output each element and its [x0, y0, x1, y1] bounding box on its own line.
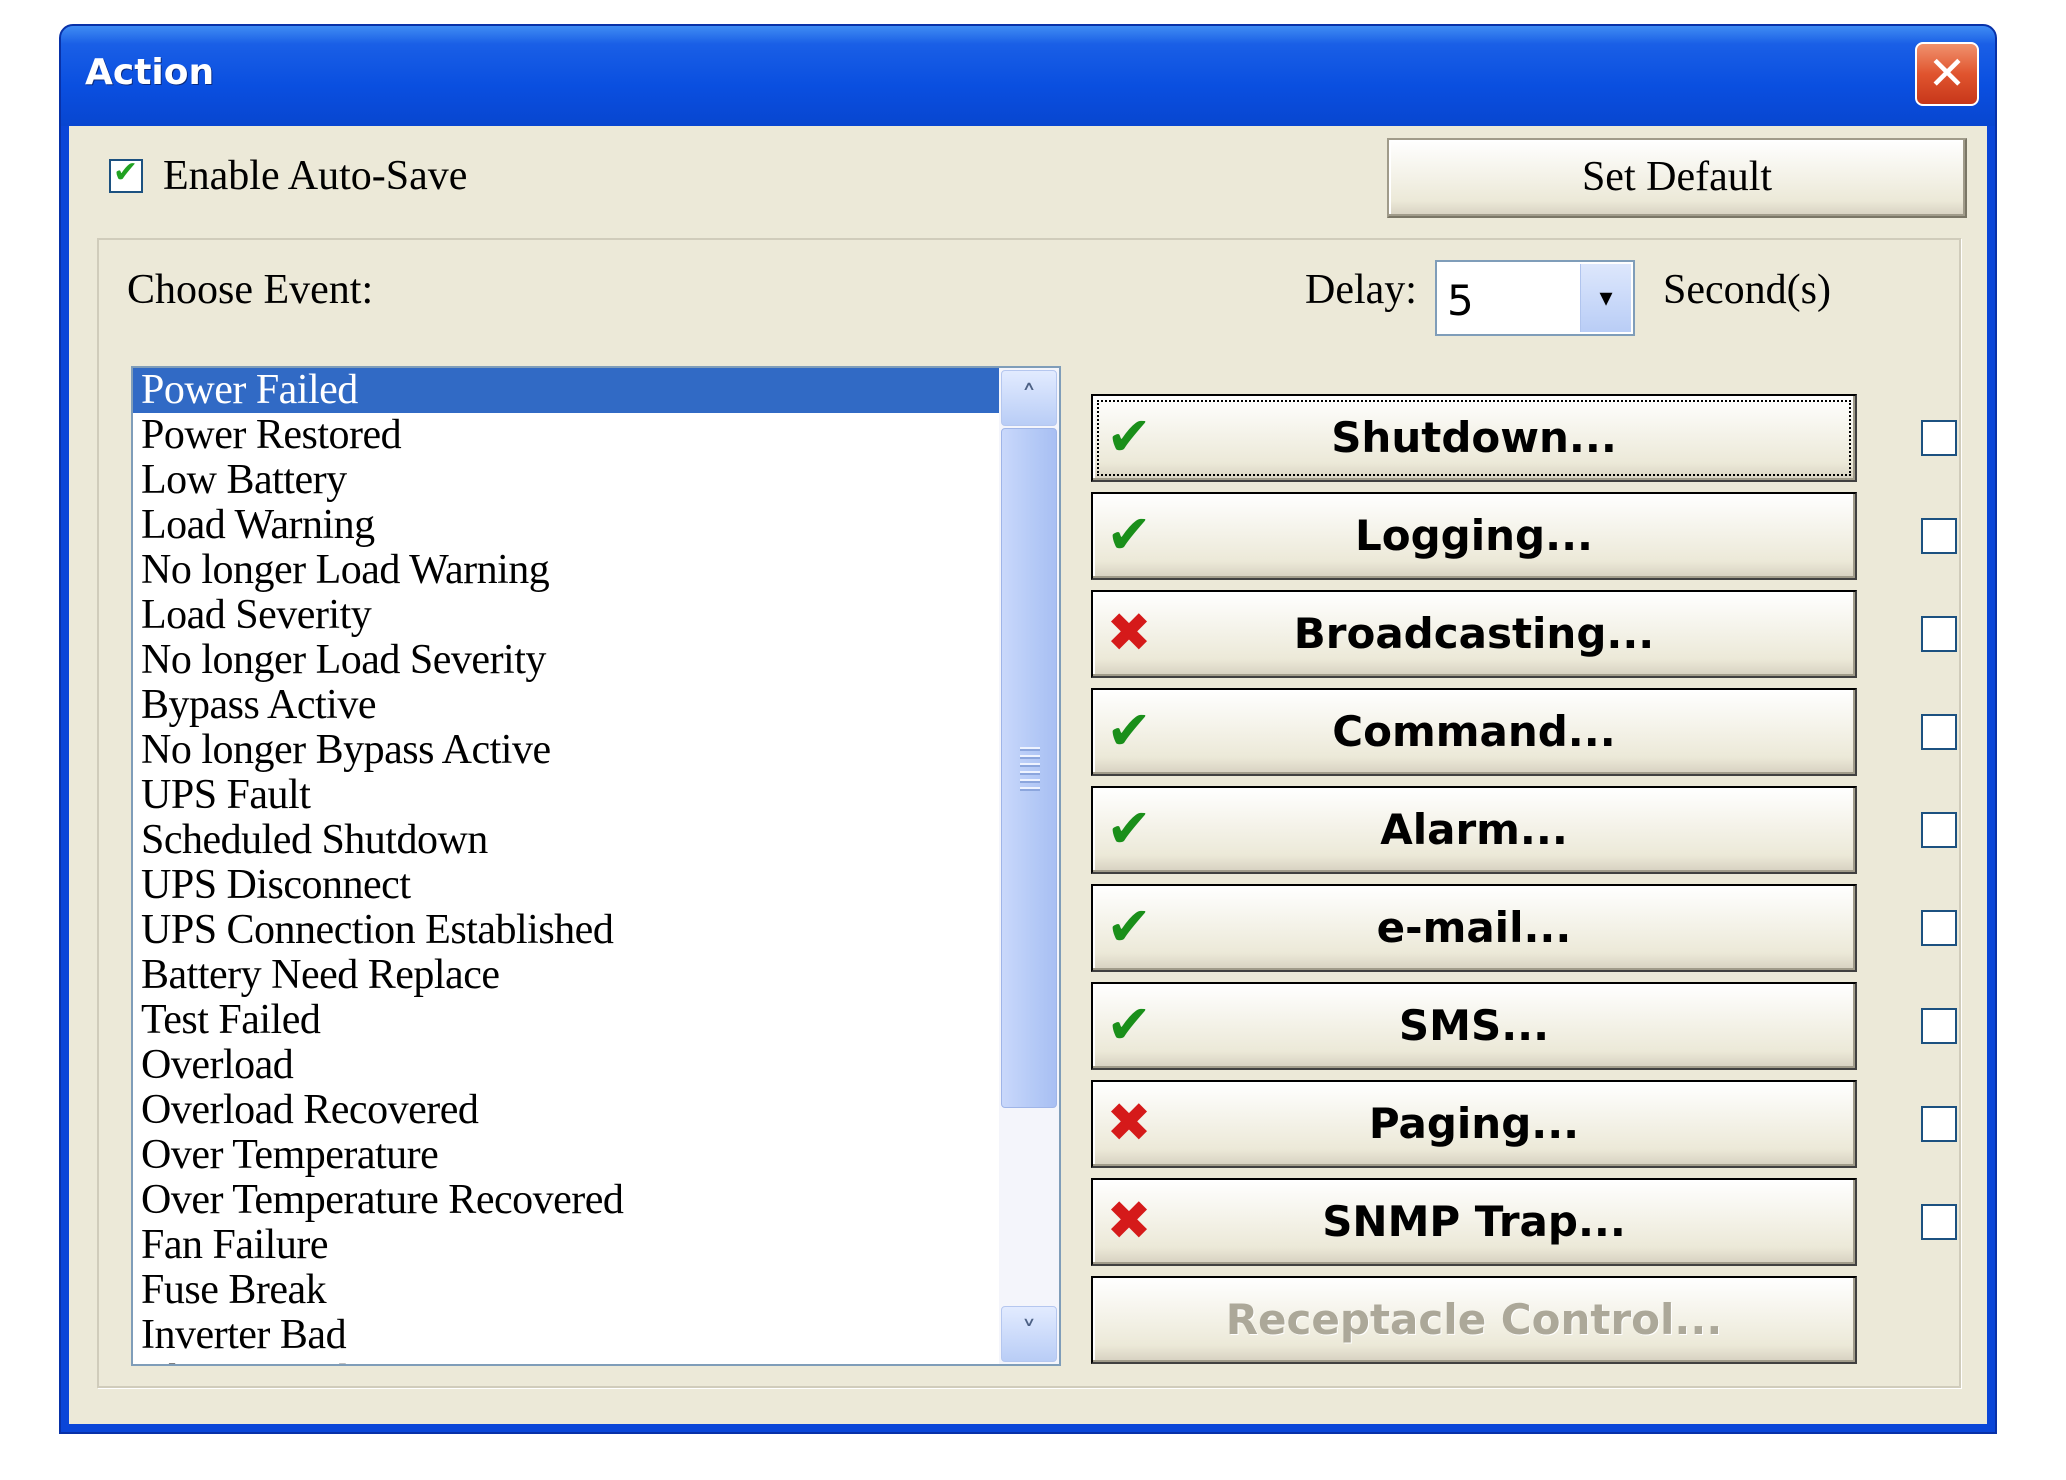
receptacle-control-label: Receptacle Control... — [1225, 1295, 1723, 1344]
event-item[interactable]: Power Failed — [133, 368, 999, 413]
check-icon: ✔ — [1106, 993, 1152, 1056]
broadcasting-checkbox[interactable] — [1921, 616, 1957, 652]
scroll-up-icon[interactable]: ˄ — [1001, 370, 1057, 426]
event-item[interactable]: Fan Failure — [133, 1223, 999, 1268]
grip-icon — [1020, 747, 1040, 791]
check-icon: ✔ — [1106, 699, 1152, 762]
scrollbar[interactable]: ˄ ˅ — [999, 368, 1059, 1364]
x-icon: ✖ — [1106, 1091, 1152, 1154]
seconds-label: Second(s) — [1663, 267, 1831, 313]
event-item[interactable]: Test Failed — [133, 998, 999, 1043]
event-item[interactable]: Charger Bad — [133, 1358, 999, 1365]
command-checkbox[interactable] — [1921, 714, 1957, 750]
logging-button[interactable]: ✔ Logging... — [1091, 492, 1857, 580]
title-bar[interactable]: Action ✕ — [61, 26, 1995, 126]
snmp-trap-checkbox[interactable] — [1921, 1204, 1957, 1240]
e-mail-button[interactable]: ✔ e-mail... — [1091, 884, 1857, 972]
event-item[interactable]: Low Battery — [133, 458, 999, 503]
event-item[interactable]: Overload — [133, 1043, 999, 1088]
scroll-thumb[interactable] — [1001, 428, 1057, 1108]
delay-label: Delay: — [1305, 267, 1417, 313]
e-mail-checkbox[interactable] — [1921, 910, 1957, 946]
logging-checkbox[interactable] — [1921, 518, 1957, 554]
shutdown-button[interactable]: ✔ Shutdown... — [1091, 394, 1857, 482]
sms-label: SMS... — [1398, 1001, 1550, 1050]
chevron-down-icon[interactable]: ▾ — [1580, 264, 1631, 332]
command-button[interactable]: ✔ Command... — [1091, 688, 1857, 776]
e-mail-label: e-mail... — [1376, 903, 1572, 952]
shutdown-checkbox[interactable] — [1921, 420, 1957, 456]
paging-checkbox[interactable] — [1921, 1106, 1957, 1142]
delay-value: 5 — [1447, 276, 1474, 325]
auto-save-check-box[interactable] — [109, 155, 143, 193]
paging-button[interactable]: ✖ Paging... — [1091, 1080, 1857, 1168]
choose-event-label: Choose Event: — [127, 267, 374, 313]
alarm-button[interactable]: ✔ Alarm... — [1091, 786, 1857, 874]
action-dialog: Action ✕ Enable Auto-Save Set Default Ch… — [59, 24, 1997, 1434]
check-icon: ✔ — [1106, 797, 1152, 860]
close-button[interactable]: ✕ — [1915, 42, 1979, 106]
event-list[interactable]: Power Failed Power Restored Low Battery Loa… — [131, 366, 1061, 1366]
event-item[interactable]: Scheduled Shutdown — [133, 818, 999, 863]
auto-save-checkbox[interactable]: Enable Auto-Save — [109, 152, 467, 200]
sms-checkbox[interactable] — [1921, 1008, 1957, 1044]
dialog-client: Enable Auto-Save Set Default Choose Even… — [69, 126, 1987, 1424]
broadcasting-label: Broadcasting... — [1293, 609, 1655, 658]
set-default-button[interactable]: Set Default — [1387, 138, 1967, 218]
event-item[interactable]: Over Temperature — [133, 1133, 999, 1178]
snmp-trap-button[interactable]: ✖ SNMP Trap... — [1091, 1178, 1857, 1266]
x-icon: ✖ — [1106, 1189, 1152, 1252]
event-item[interactable]: Load Severity — [133, 593, 999, 638]
logging-label: Logging... — [1355, 511, 1593, 560]
broadcasting-button[interactable]: ✖ Broadcasting... — [1091, 590, 1857, 678]
auto-save-label: Enable Auto-Save — [163, 153, 468, 199]
event-item[interactable]: UPS Connection Established — [133, 908, 999, 953]
snmp-trap-label: SNMP Trap... — [1322, 1197, 1626, 1246]
event-item[interactable]: Battery Need Replace — [133, 953, 999, 998]
x-icon: ✖ — [1106, 601, 1152, 664]
paging-label: Paging... — [1368, 1099, 1580, 1148]
window-title: Action — [85, 52, 215, 93]
event-items: Power Failed Power Restored Low Battery Loa… — [133, 368, 999, 1365]
event-item[interactable]: Load Warning — [133, 503, 999, 548]
alarm-label: Alarm... — [1380, 805, 1568, 854]
sms-button[interactable]: ✔ SMS... — [1091, 982, 1857, 1070]
event-item[interactable]: Over Temperature Recovered — [133, 1178, 999, 1223]
check-icon: ✔ — [1106, 895, 1152, 958]
alarm-checkbox[interactable] — [1921, 812, 1957, 848]
check-icon: ✔ — [1106, 503, 1152, 566]
event-item[interactable]: UPS Fault — [133, 773, 999, 818]
event-item[interactable]: No longer Bypass Active — [133, 728, 999, 773]
event-item[interactable]: Inverter Bad — [133, 1313, 999, 1358]
check-icon: ✔ — [1106, 405, 1152, 468]
event-item[interactable]: Overload Recovered — [133, 1088, 999, 1133]
event-item[interactable]: Power Restored — [133, 413, 999, 458]
event-item[interactable]: No longer Load Warning — [133, 548, 999, 593]
command-label: Command... — [1332, 707, 1616, 756]
receptacle-control-button: Receptacle Control... — [1091, 1276, 1857, 1364]
event-item[interactable]: UPS Disconnect — [133, 863, 999, 908]
shutdown-label: Shutdown... — [1331, 413, 1617, 462]
delay-select[interactable]: 5 ▾ — [1435, 260, 1635, 336]
scroll-down-icon[interactable]: ˅ — [1001, 1306, 1057, 1362]
event-item[interactable]: Bypass Active — [133, 683, 999, 728]
event-item[interactable]: No longer Load Severity — [133, 638, 999, 683]
event-item[interactable]: Fuse Break — [133, 1268, 999, 1313]
